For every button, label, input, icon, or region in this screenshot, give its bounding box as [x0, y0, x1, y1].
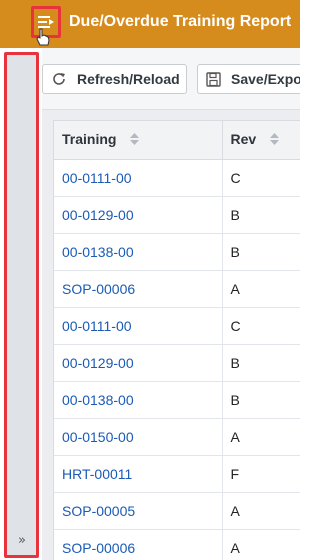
toolbar: Refresh/Reload Save/Expo: [42, 48, 300, 110]
menu-toggle-button[interactable]: [31, 6, 61, 38]
rev-cell: B: [222, 381, 300, 419]
rev-cell: A: [222, 270, 300, 308]
training-link[interactable]: 00-0138-00: [54, 381, 223, 419]
table-row: 00-0150-00 A: [54, 418, 300, 456]
save-icon: [206, 71, 221, 87]
table-row: 00-0111-00 C: [54, 307, 300, 345]
table-row: 00-0138-00 B: [54, 233, 300, 271]
rev-cell: C: [222, 307, 300, 345]
rev-cell: A: [222, 529, 300, 560]
sort-icon: [130, 132, 140, 148]
training-link[interactable]: 00-0150-00: [54, 418, 223, 456]
training-link[interactable]: HRT-00011: [54, 455, 223, 493]
page: Due/Overdue Training Report » Refresh/Re…: [0, 0, 300, 560]
table-row: 00-0111-00 C: [54, 159, 300, 197]
table-row: 00-0138-00 B: [54, 381, 300, 419]
column-header-rev[interactable]: Rev: [222, 121, 300, 160]
app-header: Due/Overdue Training Report: [0, 0, 300, 48]
training-table: Training Rev 00-0111-00 C 00-0129-00 B 0…: [54, 121, 300, 560]
refresh-label: Refresh/Reload: [77, 71, 180, 87]
table-row: SOP-00006 A: [54, 270, 300, 308]
expand-sidebar-button[interactable]: »: [11, 533, 33, 549]
table-row: 00-0129-00 B: [54, 344, 300, 382]
training-grid[interactable]: Training Rev 00-0111-00 C 00-0129-00 B 0…: [53, 120, 300, 560]
training-link[interactable]: SOP-00005: [54, 492, 223, 530]
rev-cell: C: [222, 159, 300, 197]
sidebar: »: [0, 48, 42, 560]
table-header-row: Training Rev: [54, 121, 300, 160]
rev-cell: B: [222, 233, 300, 271]
table-row: HRT-00011 F: [54, 455, 300, 493]
refresh-button[interactable]: Refresh/Reload: [42, 64, 187, 94]
training-link[interactable]: SOP-00006: [54, 270, 223, 308]
training-link[interactable]: 00-0129-00: [54, 344, 223, 382]
refresh-icon: [51, 71, 67, 87]
training-link[interactable]: 00-0129-00: [54, 196, 223, 234]
training-link[interactable]: 00-0111-00: [54, 159, 223, 197]
table-row: SOP-00005 A: [54, 492, 300, 530]
training-link[interactable]: SOP-00006: [54, 529, 223, 560]
sort-icon: [270, 132, 280, 148]
rev-cell: A: [222, 418, 300, 456]
save-export-button[interactable]: Save/Expo: [197, 64, 300, 94]
table-row: 00-0129-00 B: [54, 196, 300, 234]
training-link[interactable]: 00-0111-00: [54, 307, 223, 345]
content-area: Training Rev 00-0111-00 C 00-0129-00 B 0…: [42, 110, 300, 560]
training-link[interactable]: 00-0138-00: [54, 233, 223, 271]
sidebar-collapsed-panel: »: [4, 52, 39, 558]
rev-cell: A: [222, 492, 300, 530]
rev-cell: B: [222, 196, 300, 234]
column-header-training[interactable]: Training: [54, 121, 223, 160]
save-export-label: Save/Expo: [231, 71, 300, 87]
menu-icon: [37, 14, 55, 30]
rev-cell: F: [222, 455, 300, 493]
app-title: Due/Overdue Training Report: [69, 13, 292, 30]
rev-cell: B: [222, 344, 300, 382]
table-row: SOP-00006 A: [54, 529, 300, 560]
